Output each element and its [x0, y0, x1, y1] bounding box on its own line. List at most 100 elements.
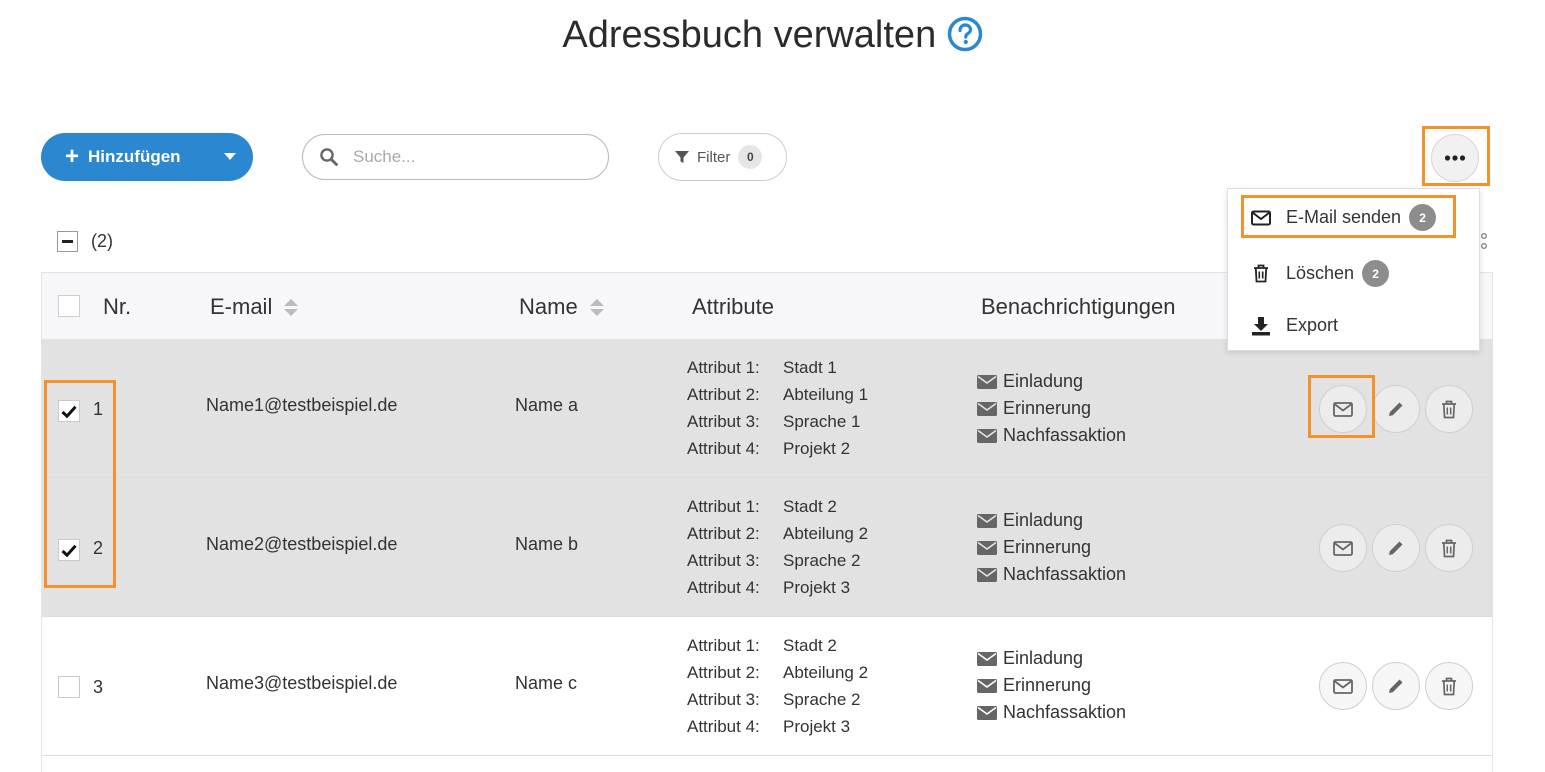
trash-icon — [1250, 264, 1272, 283]
row-notifications: Einladung Erinnerung Nachfassaktion — [977, 368, 1126, 449]
attribute-line: Attribut 1: Stadt 1 — [687, 358, 837, 377]
notification-item: Einladung — [977, 645, 1126, 672]
minus-icon — [62, 240, 73, 243]
pencil-icon — [1389, 541, 1403, 555]
table-row[interactable]: 2 Name2@testbeispiel.de Name b Attribut … — [42, 478, 1492, 617]
attribute-line: Attribut 4: Projekt 3 — [687, 578, 851, 597]
col-header-email[interactable]: E-mail — [210, 294, 299, 320]
row-notifications: Einladung Erinnerung Nachfassaktion — [977, 645, 1126, 726]
attribute-line: Attribut 1: Stadt 2 — [687, 636, 837, 655]
row-checkbox[interactable] — [58, 676, 80, 698]
send-email-button[interactable] — [1319, 385, 1367, 433]
row-checkbox[interactable] — [58, 539, 80, 561]
menu-item-delete[interactable]: Löschen 2 — [1250, 260, 1390, 287]
col-header-name[interactable]: Name — [519, 294, 604, 320]
envelope-icon — [977, 540, 997, 555]
envelope-icon — [1333, 540, 1353, 556]
add-button[interactable]: + Hinzufügen — [41, 133, 253, 181]
attribute-line: Attribut 4: Projekt 2 — [687, 439, 851, 458]
envelope-icon — [1250, 210, 1272, 226]
row-name: Name b — [515, 534, 579, 554]
notification-item: Nachfassaktion — [977, 561, 1126, 588]
envelope-icon — [1333, 678, 1353, 694]
row-email: Name2@testbeispiel.de — [206, 534, 398, 554]
notification-item: Nachfassaktion — [977, 422, 1126, 449]
row-email: Name1@testbeispiel.de — [206, 395, 398, 415]
send-email-button[interactable] — [1319, 524, 1367, 572]
page-title: Adressbuch verwalten — [562, 14, 937, 56]
col-header-nr: Nr. — [103, 294, 132, 319]
count-badge: 2 — [1362, 260, 1390, 287]
edit-button[interactable] — [1372, 662, 1420, 710]
sort-icon[interactable] — [589, 298, 604, 316]
trash-icon — [1442, 539, 1456, 557]
caret-down-icon[interactable] — [224, 153, 236, 160]
row-name: Name c — [515, 673, 578, 693]
more-actions-button[interactable] — [1431, 134, 1479, 182]
search-input[interactable] — [353, 147, 573, 167]
download-icon — [1250, 316, 1272, 336]
header-checkbox[interactable] — [58, 295, 80, 317]
search-icon — [320, 148, 338, 166]
trash-icon — [1442, 677, 1456, 695]
filter-button[interactable]: Filter 0 — [658, 133, 787, 181]
row-name: Name a — [515, 395, 579, 415]
envelope-icon — [977, 401, 997, 416]
envelope-icon — [977, 513, 997, 528]
pencil-icon — [1389, 679, 1403, 693]
row-number: 1 — [93, 399, 104, 419]
row-number: 2 — [93, 538, 104, 558]
help-icon[interactable] — [947, 16, 983, 52]
table-row[interactable]: 1 Name1@testbeispiel.de Name a Attribut … — [42, 339, 1492, 478]
notification-item: Nachfassaktion — [977, 699, 1126, 726]
row-attributes: Attribut 1: Stadt 1 Attribut 2: Abteilung … — [687, 354, 868, 462]
sort-icon[interactable] — [284, 298, 299, 316]
filter-icon — [675, 151, 689, 163]
menu-item-label: Export — [1286, 315, 1339, 335]
more-icon — [1444, 155, 1466, 161]
attribute-line: Attribut 2: Abteilung 2 — [687, 524, 869, 543]
filter-count-badge: 0 — [738, 145, 763, 169]
actions-dropdown: E-Mail senden 2 Löschen 2 Export — [1227, 188, 1480, 351]
search-box[interactable] — [302, 134, 609, 180]
select-all-checkbox[interactable] — [57, 231, 78, 252]
count-badge: 2 — [1409, 204, 1437, 231]
attribute-line: Attribut 1: Stadt 2 — [687, 497, 837, 516]
notification-item: Einladung — [977, 368, 1126, 395]
send-email-button[interactable] — [1319, 662, 1367, 710]
menu-item-label: Löschen — [1286, 263, 1355, 283]
delete-button[interactable] — [1425, 662, 1473, 710]
menu-item-send-email[interactable]: E-Mail senden 2 — [1250, 204, 1437, 231]
row-attributes: Attribut 1: Stadt 2 Attribut 2: Abteilung … — [687, 632, 868, 740]
attribute-line: Attribut 4: Projekt 3 — [687, 717, 851, 736]
envelope-icon — [977, 705, 997, 720]
notification-item: Erinnerung — [977, 534, 1126, 561]
attribute-line: Attribut 2: Abteilung 2 — [687, 663, 869, 682]
envelope-icon — [977, 567, 997, 582]
trash-icon — [1442, 400, 1456, 418]
page-header: Adressbuch verwalten — [0, 14, 1545, 57]
menu-item-label: E-Mail senden — [1286, 207, 1402, 227]
add-button-label: Hinzufügen — [88, 147, 181, 166]
row-checkbox[interactable] — [58, 400, 80, 422]
checkmark-icon — [61, 544, 77, 557]
attribute-line: Attribut 3: Sprache 1 — [687, 412, 861, 431]
envelope-icon — [977, 678, 997, 693]
plus-icon: + — [65, 143, 80, 170]
notification-item: Einladung — [977, 507, 1126, 534]
edit-button[interactable] — [1372, 385, 1420, 433]
table-row[interactable]: 3 Name3@testbeispiel.de Name c Attribut … — [42, 617, 1492, 756]
envelope-icon — [977, 651, 997, 666]
notification-item: Erinnerung — [977, 672, 1126, 699]
filter-label: Filter — [697, 148, 731, 166]
envelope-icon — [977, 374, 997, 389]
delete-button[interactable] — [1425, 385, 1473, 433]
row-number: 3 — [93, 677, 104, 697]
envelope-icon — [977, 428, 997, 443]
attribute-line: Attribut 2: Abteilung 1 — [687, 385, 869, 404]
row-notifications: Einladung Erinnerung Nachfassaktion — [977, 507, 1126, 588]
menu-item-export[interactable]: Export — [1250, 315, 1338, 336]
selection-count: (2) — [91, 231, 113, 251]
edit-button[interactable] — [1372, 524, 1420, 572]
delete-button[interactable] — [1425, 524, 1473, 572]
